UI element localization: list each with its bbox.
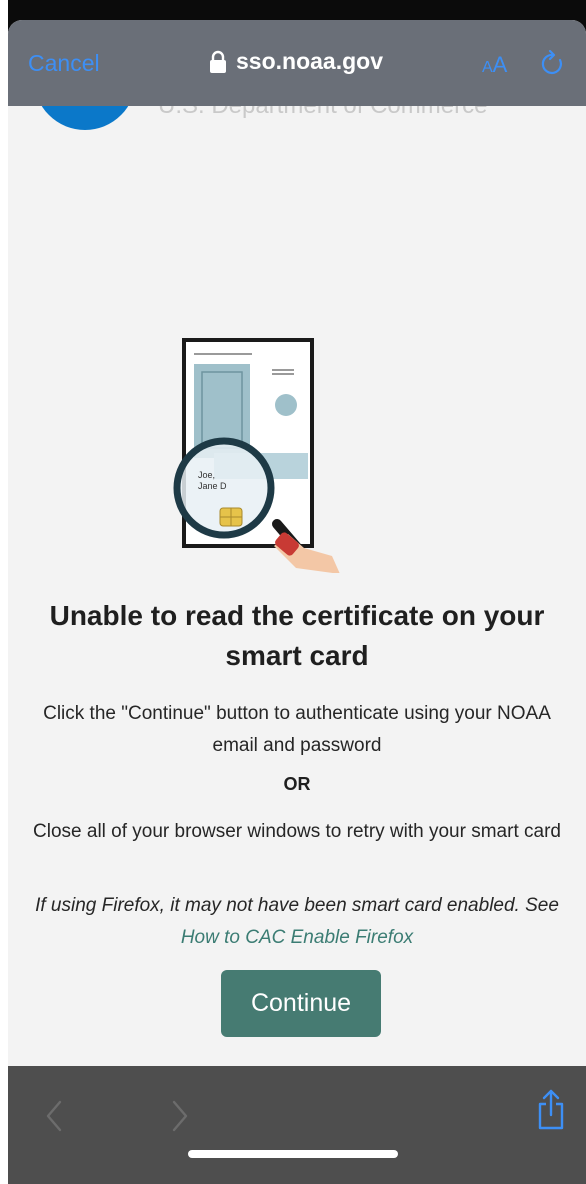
address-domain: sso.noaa.gov xyxy=(236,48,383,74)
share-icon xyxy=(538,1089,564,1130)
browser-bottom-bar xyxy=(8,1066,586,1184)
browser-sheet: U.S. Department of Commerce Cancel sso.n… xyxy=(8,20,586,1184)
cancel-button[interactable]: Cancel xyxy=(28,50,100,77)
cac-firefox-link[interactable]: How to CAC Enable Firefox xyxy=(181,927,413,948)
home-indicator[interactable] xyxy=(188,1150,398,1158)
forward-button[interactable] xyxy=(166,1098,192,1134)
smart-card-illustration: Joe, Jane D xyxy=(173,338,340,573)
card-name-line1: Joe, xyxy=(198,470,215,480)
card-name-line2: Jane D xyxy=(198,481,227,491)
text-size-small: A xyxy=(482,59,493,76)
lock-icon xyxy=(210,50,226,73)
retry-instruction: Close all of your browser windows to ret… xyxy=(33,821,561,842)
address-bar[interactable]: sso.noaa.gov xyxy=(208,48,383,75)
text-size-button[interactable]: AA xyxy=(482,52,507,78)
browser-toolbar: Cancel sso.noaa.gov AA xyxy=(8,20,586,106)
phone-frame: U.S. Department of Commerce Cancel sso.n… xyxy=(8,0,586,1184)
back-button[interactable] xyxy=(42,1098,68,1134)
continue-button[interactable]: Continue xyxy=(221,970,381,1037)
reload-icon xyxy=(541,49,562,74)
continue-instruction: Click the "Continue" button to authentic… xyxy=(43,703,551,756)
firefox-note-text: If using Firefox, it may not have been s… xyxy=(35,895,559,916)
reload-button[interactable] xyxy=(540,49,566,78)
card-dot xyxy=(275,394,297,416)
error-heading: Unable to read the certificate on your s… xyxy=(49,600,545,671)
share-button[interactable] xyxy=(535,1088,567,1132)
chevron-left-icon xyxy=(46,1100,62,1132)
chevron-right-icon xyxy=(172,1100,188,1132)
or-separator: OR xyxy=(283,774,311,794)
firefox-note: If using Firefox, it may not have been s… xyxy=(22,890,572,954)
text-size-large: A xyxy=(492,52,508,77)
